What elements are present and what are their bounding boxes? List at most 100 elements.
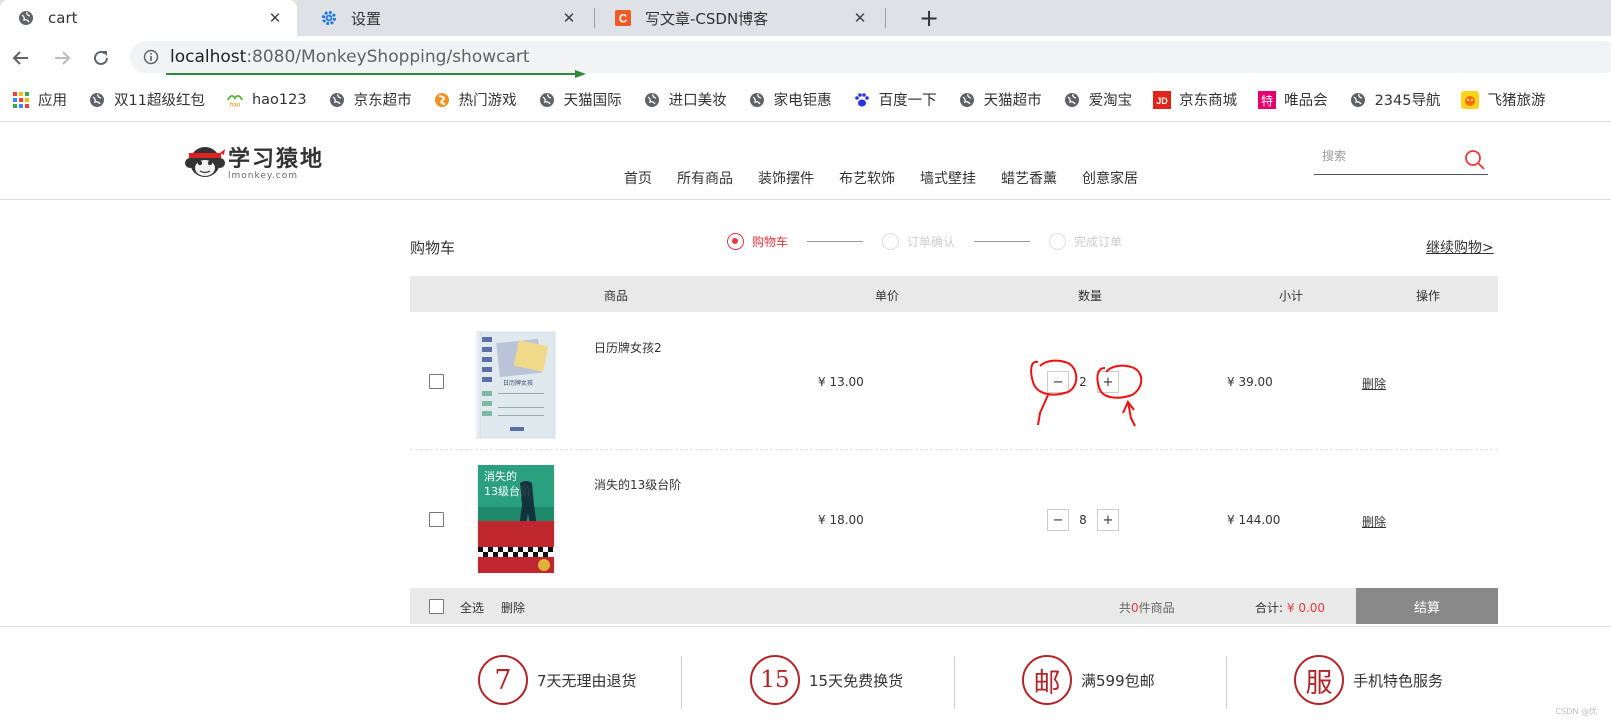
reload-icon: [94, 50, 108, 65]
baidu-paw-icon: [853, 91, 871, 109]
close-icon[interactable]: ✕: [850, 8, 870, 28]
decrease-qty-button[interactable]: −: [1047, 371, 1069, 393]
nav-link[interactable]: 首页: [624, 168, 652, 188]
delete-item-link[interactable]: 删除: [1362, 513, 1386, 530]
select-all-checkbox[interactable]: [429, 599, 444, 614]
bookmark-label: 天猫超市: [983, 93, 1042, 109]
service-footer: 7 7天无理由退货 15 15天免费换货 邮 满599包邮 服 手机特色服务 C…: [0, 626, 1611, 723]
nav-link[interactable]: 蜡艺香薰: [1001, 168, 1057, 188]
bookmark-item[interactable]: 热门游戏: [433, 89, 517, 110]
info-icon[interactable]: [142, 48, 160, 66]
cart-table-header: 商品 单价 数量 小计 操作: [410, 276, 1498, 312]
bookmark-item[interactable]: JD 京东商城: [1153, 89, 1237, 110]
product-name[interactable]: 消失的13级台阶: [594, 476, 681, 493]
bookmark-item[interactable]: 家电钜惠: [748, 89, 832, 110]
fliggy-icon: [1461, 90, 1480, 109]
book-cover-image[interactable]: 日历牌女孩: [476, 331, 556, 439]
item-checkbox[interactable]: [429, 512, 444, 527]
search-input[interactable]: 搜索: [1322, 147, 1346, 164]
tab-csdn[interactable]: C 写文章-CSDN博客 ✕: [597, 0, 882, 36]
bookmark-item[interactable]: 进口美妆: [643, 89, 727, 110]
delete-selected-link[interactable]: 删除: [501, 599, 525, 616]
search-box[interactable]: 搜索: [1314, 139, 1488, 175]
item-count: 共0件商品: [1119, 599, 1175, 616]
tab-title: 设置: [351, 9, 382, 28]
browser-tab-bar: cart ✕ 设置 ✕ C 写文章-CSDN博客 ✕ +: [0, 0, 1611, 36]
globe-icon: [643, 91, 661, 109]
tab-settings[interactable]: 设置 ✕: [303, 0, 591, 36]
bookmark-label: 家电钜惠: [773, 93, 832, 109]
exchange-15day-icon: 15: [750, 655, 800, 705]
browser-toolbar: localhost:8080/MonkeyShopping/showcart: [0, 36, 1611, 78]
quantity-stepper: − 2 +: [1047, 371, 1119, 393]
address-bar[interactable]: localhost:8080/MonkeyShopping/showcart: [130, 41, 1611, 73]
bookmark-item[interactable]: 应用: [12, 89, 67, 110]
total-summary: 合计: ¥ 0.00: [1255, 599, 1325, 616]
step-label: 购物车: [752, 235, 789, 249]
service-shipping: 邮 满599包邮: [1022, 655, 1155, 705]
bookmark-item[interactable]: 京东超市: [328, 89, 412, 110]
checkout-button[interactable]: 结算: [1356, 588, 1498, 624]
new-tab-button[interactable]: +: [915, 4, 943, 32]
step-indicator: [727, 233, 744, 250]
item-subtotal: ¥ 144.00: [1227, 513, 1281, 527]
nav-link[interactable]: 装饰摆件: [758, 168, 814, 188]
close-icon[interactable]: ✕: [265, 8, 285, 28]
col-quantity: 数量: [1078, 289, 1103, 303]
bookmark-item[interactable]: 天猫超市: [958, 89, 1042, 110]
bookmark-label: 京东超市: [353, 93, 412, 109]
bookmark-label: 热门游戏: [458, 93, 517, 109]
increase-qty-button[interactable]: +: [1097, 371, 1119, 393]
close-icon[interactable]: ✕: [559, 8, 579, 28]
return-7day-icon: 7: [478, 655, 528, 705]
decrease-qty-button[interactable]: −: [1047, 509, 1069, 531]
vip-icon: 特: [1258, 90, 1277, 109]
qty-value[interactable]: 8: [1069, 513, 1097, 527]
delete-item-link[interactable]: 删除: [1362, 375, 1386, 392]
col-unit-price: 单价: [875, 289, 900, 303]
bookmark-label: 双11超级红包: [114, 93, 205, 109]
count-value: 0: [1131, 601, 1139, 615]
nav-link[interactable]: 布艺软饰: [839, 168, 895, 188]
forward-button[interactable]: [48, 44, 76, 72]
checkout-steps: 购物车 订单确认 完成订单: [727, 233, 1122, 250]
tab-cart[interactable]: cart ✕: [0, 0, 297, 36]
svg-text:日历牌女孩: 日历牌女孩: [503, 379, 533, 387]
bookmark-item[interactable]: 爱淘宝: [1063, 89, 1132, 110]
nav-link[interactable]: 墙式壁挂: [920, 168, 976, 188]
increase-qty-button[interactable]: +: [1097, 509, 1119, 531]
logo-title: 学习猿地: [228, 147, 325, 172]
select-all-label[interactable]: 全选: [460, 599, 484, 616]
bookmark-item[interactable]: 2345导航: [1349, 89, 1440, 110]
bookmark-label: 唯品会: [1284, 93, 1328, 109]
continue-shopping-link[interactable]: 继续购物>: [1426, 237, 1494, 257]
arrow-right-icon: [55, 51, 71, 65]
mail-shipping-icon: 邮: [1022, 655, 1072, 705]
product-name[interactable]: 日历牌女孩2: [594, 339, 662, 356]
book-cover-image[interactable]: 消失的 13级台阶: [476, 465, 556, 573]
back-button[interactable]: [7, 44, 35, 72]
item-checkbox[interactable]: [429, 374, 444, 389]
globe-icon: [1349, 91, 1367, 109]
count-suffix: 件商品: [1138, 601, 1175, 615]
step-indicator: [882, 233, 900, 250]
cart-row: 消失的 13级台阶 消失的13级台阶 ¥ 18.00 − 8 + ¥ 144.0…: [410, 450, 1498, 588]
bookmark-item[interactable]: 百度一下: [853, 89, 937, 110]
bookmark-item[interactable]: 飞猪旅游: [1461, 89, 1545, 110]
item-subtotal: ¥ 39.00: [1227, 375, 1273, 389]
nav-link[interactable]: 创意家居: [1082, 168, 1138, 188]
site-logo[interactable]: 学习猿地 lmonkey.com: [184, 141, 324, 181]
bookmark-item[interactable]: 双11超级红包: [88, 89, 205, 110]
nav-link[interactable]: 所有商品: [677, 168, 733, 188]
bookmark-item[interactable]: hao hao123: [226, 91, 307, 109]
service-label: 满599包邮: [1081, 671, 1155, 690]
col-action: 操作: [1416, 289, 1441, 303]
bookmark-item[interactable]: 天猫国际: [538, 89, 622, 110]
search-icon[interactable]: [1464, 149, 1486, 171]
bookmark-item[interactable]: 特唯品会: [1258, 89, 1328, 110]
count-prefix: 共: [1119, 601, 1132, 615]
service-label: 手机特色服务: [1353, 671, 1444, 690]
bookmark-label: 应用: [38, 93, 67, 109]
reload-button[interactable]: [87, 44, 115, 72]
qty-value[interactable]: 2: [1069, 375, 1097, 389]
